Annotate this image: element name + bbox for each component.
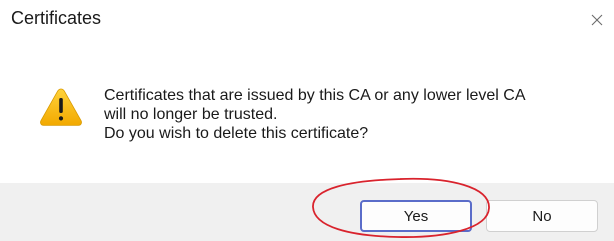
yes-button[interactable]: Yes: [360, 200, 472, 232]
message-line: Certificates that are issued by this CA …: [104, 87, 526, 104]
warning-icon: [40, 88, 82, 126]
dialog-content: Certificates that are issued by this CA …: [0, 44, 614, 168]
certificates-dialog: Certificates Certificates that are issue…: [0, 0, 614, 241]
message-text: Certificates that are issued by this CA …: [104, 86, 594, 143]
title-bar: Certificates: [0, 0, 614, 44]
message-line: Do you wish to delete this certificate?: [104, 125, 369, 142]
no-button[interactable]: No: [486, 200, 598, 232]
message-line: will no longer be trusted.: [104, 106, 278, 123]
dialog-title: Certificates: [11, 8, 102, 28]
close-icon: [591, 14, 603, 26]
close-button[interactable]: [580, 0, 614, 40]
